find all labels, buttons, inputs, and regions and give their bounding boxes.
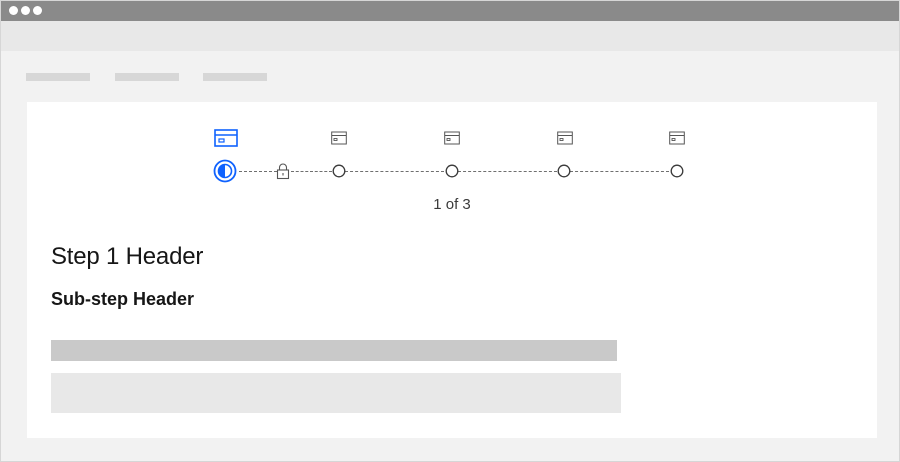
browser-toolbar	[1, 21, 899, 51]
browser-window: 1 of 3 Step 1 Header Sub-step Header	[0, 0, 900, 462]
main-card: 1 of 3 Step 1 Header Sub-step Header	[27, 102, 877, 438]
incomplete-step-icon[interactable]	[445, 164, 459, 178]
window-titlebar	[1, 1, 899, 21]
incomplete-step-icon[interactable]	[670, 164, 684, 178]
card-icon	[669, 131, 685, 145]
step-header: Step 1 Header	[51, 243, 204, 270]
breadcrumb-placeholder[interactable]	[115, 73, 179, 81]
incomplete-step-icon[interactable]	[332, 164, 346, 178]
step-connector	[570, 171, 669, 172]
input-placeholder[interactable]	[51, 373, 621, 413]
card-icon	[444, 131, 460, 145]
lock-icon[interactable]	[276, 162, 290, 180]
step-connector	[458, 171, 557, 172]
window-dot-icon[interactable]	[9, 6, 18, 15]
progress-indicator: 1 of 3	[27, 102, 877, 222]
card-icon	[557, 131, 573, 145]
step-counter: 1 of 3	[433, 196, 471, 213]
breadcrumb-placeholder[interactable]	[203, 73, 267, 81]
text-placeholder	[51, 340, 617, 361]
breadcrumb-placeholder[interactable]	[26, 73, 90, 81]
window-dot-icon[interactable]	[21, 6, 30, 15]
substep-header: Sub-step Header	[51, 289, 195, 309]
step-connector	[345, 171, 444, 172]
card-icon	[331, 131, 347, 145]
window-dot-icon[interactable]	[33, 6, 42, 15]
card-icon	[214, 129, 238, 147]
incomplete-step-icon[interactable]	[557, 164, 571, 178]
current-step-icon[interactable]	[213, 159, 237, 183]
step-connector	[291, 171, 332, 172]
